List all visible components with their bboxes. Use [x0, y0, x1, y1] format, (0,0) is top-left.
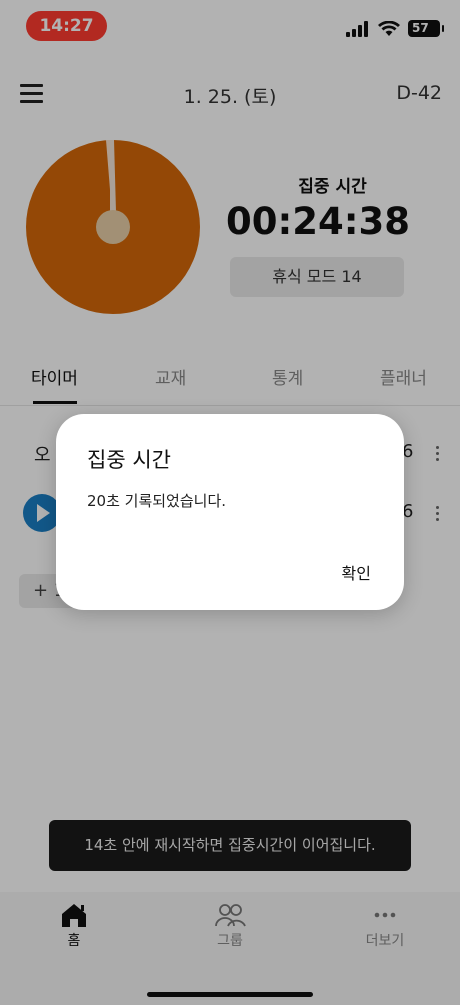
- dialog-title: 집중 시간: [87, 448, 171, 472]
- confirm-button[interactable]: 확인: [342, 560, 371, 584]
- dialog-message: 20초 기록되었습니다.: [87, 492, 227, 510]
- record-dialog: 집중 시간 20초 기록되었습니다. 확인: [56, 414, 404, 610]
